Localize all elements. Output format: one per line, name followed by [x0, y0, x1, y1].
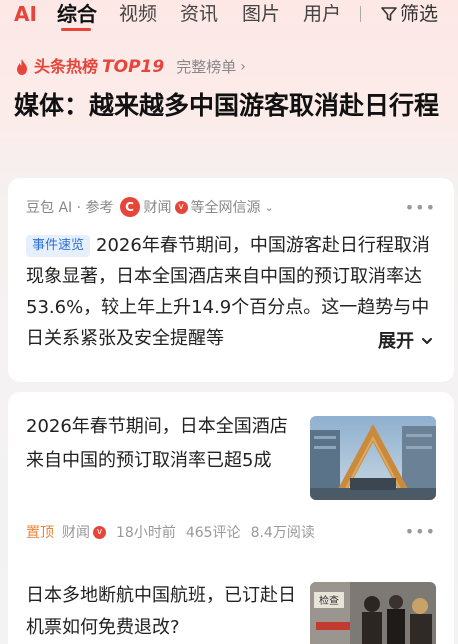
filter-button[interactable]: 筛选 [380, 1, 438, 27]
chevron-down-icon[interactable]: ⌄ [265, 201, 274, 214]
tab-divider [360, 6, 361, 22]
verified-icon: v [174, 200, 188, 214]
news-source[interactable]: 财闻 [62, 522, 90, 542]
news-time: 18小时前 [116, 525, 176, 541]
news-thumbnail[interactable] [310, 416, 436, 500]
more-options-icon[interactable]: ••• [405, 522, 436, 541]
filter-label: 筛选 [400, 3, 439, 25]
tab-general[interactable]: 综合 [57, 1, 97, 27]
tab-video[interactable]: 视频 [119, 1, 157, 27]
news-title[interactable]: 2026年春节期间，日本全国酒店来自中国的预订取消率已超5成 [26, 410, 298, 478]
news-list: 2026年春节期间，日本全国酒店来自中国的预订取消率已超5成 置顶 财闻 v 1… [8, 392, 454, 644]
expand-label: 展开 [378, 331, 414, 352]
verified-icon: v [93, 525, 106, 539]
more-options-icon[interactable]: ••• [405, 198, 436, 217]
reference-suffix[interactable]: 等全网信源 [191, 197, 261, 217]
reference-source-name: 财闻 [143, 200, 172, 216]
expand-button[interactable]: 展开 [372, 326, 435, 357]
tab-images[interactable]: 图片 [242, 1, 280, 27]
thumbnail-sign: 检查 [319, 594, 339, 607]
filter-icon [381, 7, 397, 21]
hot-list-title: 头条热榜 [34, 57, 99, 76]
hot-rank: TOP19 [102, 57, 165, 77]
full-list-link[interactable]: 完整榜单 [176, 56, 236, 78]
page-title: 媒体：越来越多中国游客取消赴日行程 [14, 91, 440, 120]
news-title[interactable]: 日本多地断航中国航班，已订赴日机票如何免费退改? [26, 580, 298, 644]
tab-news[interactable]: 资讯 [180, 1, 218, 27]
active-tab-indicator [61, 28, 91, 31]
text-fade [308, 326, 372, 357]
ai-source-row: 豆包 AI · 参考 C 财闻 v 等全网信源 ⌄ [26, 196, 274, 218]
flame-icon [17, 59, 27, 75]
chevron-down-icon [422, 338, 433, 344]
news-thumbnail[interactable]: 检查 [310, 582, 436, 644]
pinned-badge: 置顶 [26, 525, 54, 541]
event-tag: 事件速览 [26, 235, 91, 257]
ai-summary-card: 豆包 AI · 参考 C 财闻 v 等全网信源 ⌄ ••• 事件速览 2026年春… [8, 178, 454, 382]
tab-users[interactable]: 用户 [303, 1, 341, 27]
news-reads: 8.4万阅读 [250, 525, 315, 541]
hot-list-link[interactable]: 头条热榜 TOP19 完整榜单 › [14, 56, 246, 78]
news-meta: 置顶 财闻 v 18小时前 465评论 8.4万阅读 [26, 522, 315, 542]
news-comments: 465评论 [185, 525, 241, 541]
chevron-right-icon: › [240, 59, 246, 75]
top-tab-bar: AI 综合 视频 资讯 图片 用户 筛选 [0, 0, 458, 31]
tab-ai[interactable]: AI [14, 1, 37, 27]
ai-source-label: 豆包 AI · 参考 [26, 200, 114, 216]
caiwen-logo-icon: C [119, 197, 140, 217]
